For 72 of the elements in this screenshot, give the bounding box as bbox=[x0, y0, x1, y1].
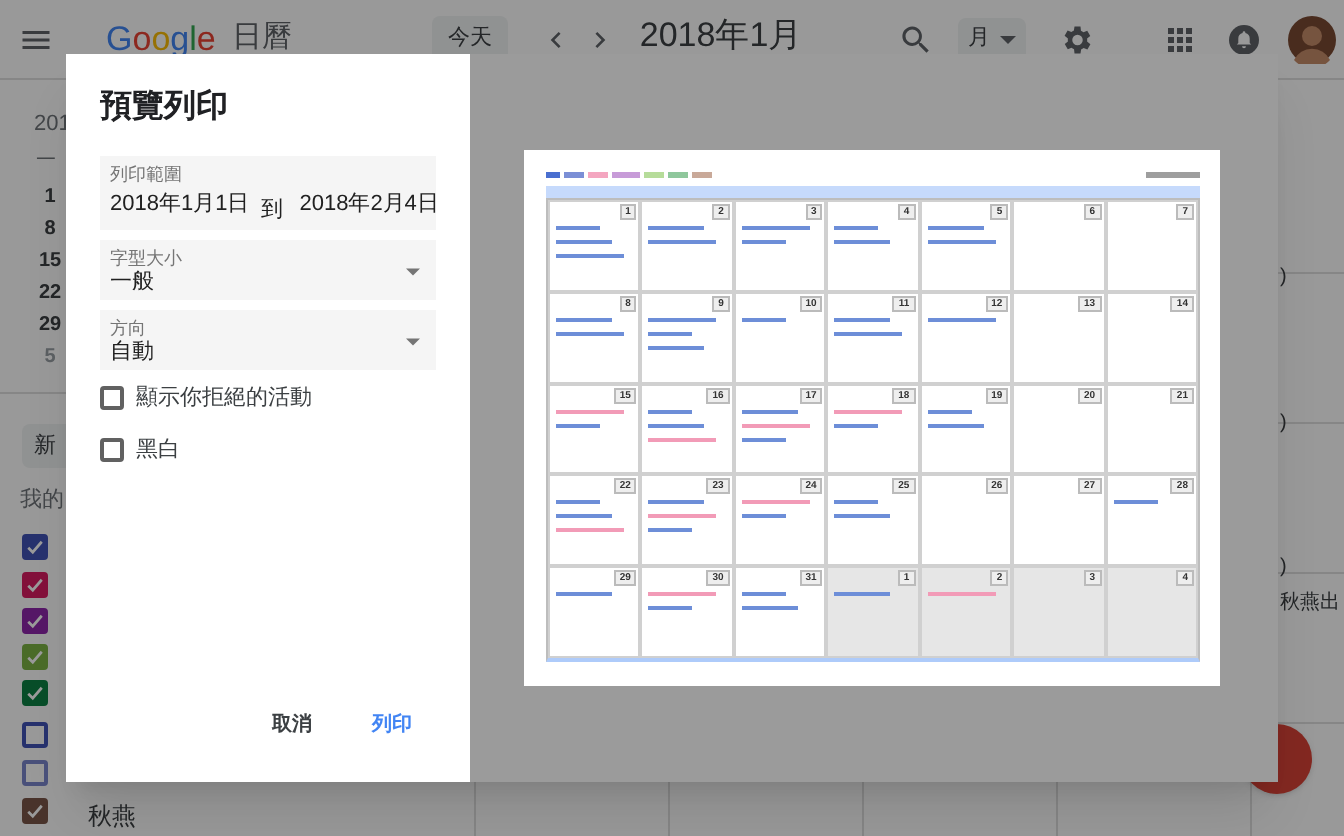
calendar-name: 秋燕 bbox=[88, 800, 136, 834]
caret-icon bbox=[406, 338, 420, 346]
event-lines-drawing bbox=[556, 409, 624, 428]
event-lines-drawing bbox=[927, 317, 996, 322]
event-text: 秋燕出 bbox=[1280, 590, 1340, 618]
calendar-checkbox[interactable] bbox=[22, 760, 48, 786]
select-field[interactable]: 字型大小 一般 bbox=[100, 240, 436, 300]
event-lines-drawing bbox=[927, 592, 996, 597]
period-title: 2018年1月 bbox=[639, 13, 803, 58]
calendar-checkbox[interactable] bbox=[22, 722, 48, 748]
field-label: 列印範圍 bbox=[110, 164, 184, 186]
event-lines-drawing bbox=[927, 409, 984, 428]
calendar-checkbox[interactable] bbox=[22, 572, 48, 598]
event-text: ) bbox=[1280, 264, 1287, 292]
print-button[interactable]: 列印 bbox=[360, 704, 424, 746]
event-lines-drawing bbox=[741, 409, 810, 442]
event-lines-drawing bbox=[556, 500, 624, 533]
date-link[interactable]: 8 bbox=[34, 214, 66, 244]
calendar-checkbox[interactable] bbox=[22, 798, 48, 824]
checkbox[interactable] bbox=[100, 437, 124, 462]
mini-calendar-year: 201 bbox=[34, 110, 71, 140]
event-lines-drawing bbox=[834, 226, 891, 244]
section-title: 我的 bbox=[20, 486, 64, 516]
event-text: ) bbox=[1280, 554, 1287, 582]
avatar-icon[interactable] bbox=[1288, 15, 1337, 63]
app-name: 日曆 bbox=[231, 18, 292, 59]
event-text: ) bbox=[1280, 410, 1287, 438]
start-date[interactable]: 2018年1月1日 bbox=[110, 192, 250, 218]
search-icon[interactable] bbox=[898, 21, 935, 57]
field-label: 字型大小 bbox=[110, 248, 184, 270]
date-link[interactable]: 29 bbox=[34, 310, 66, 340]
calendar-checkbox[interactable] bbox=[22, 534, 48, 560]
date-link[interactable]: 22 bbox=[34, 278, 66, 308]
date-link[interactable]: 15 bbox=[34, 246, 66, 276]
caret-icon bbox=[1000, 35, 1017, 43]
event-lines-drawing bbox=[741, 592, 798, 611]
date-range-field[interactable]: 列印範圍 2018年1月1日 到 2018年2月4日 bbox=[100, 156, 436, 230]
event-lines-drawing bbox=[834, 317, 903, 336]
event-lines-drawing bbox=[648, 317, 717, 350]
calendar-checkbox[interactable] bbox=[22, 644, 48, 670]
dialog-title: 預覽列印 bbox=[100, 88, 230, 128]
end-date[interactable]: 2018年2月4日 bbox=[299, 192, 439, 218]
event-lines-drawing bbox=[556, 317, 624, 336]
event-lines-drawing bbox=[741, 317, 786, 322]
event-lines-drawing bbox=[556, 226, 624, 258]
caret-icon bbox=[406, 268, 420, 276]
cancel-button[interactable]: 取消 bbox=[260, 704, 324, 746]
event-lines-drawing bbox=[648, 226, 717, 244]
event-lines-drawing bbox=[741, 226, 810, 244]
notifications-icon[interactable] bbox=[1226, 21, 1263, 57]
field-value: 自動 bbox=[110, 340, 156, 366]
calendar-checkbox[interactable] bbox=[22, 608, 48, 634]
calendar-checkbox[interactable] bbox=[22, 680, 48, 706]
event-lines-drawing bbox=[834, 409, 903, 428]
range-separator: 到 bbox=[261, 198, 284, 224]
event-lines-drawing bbox=[648, 409, 717, 442]
weekday-label: 一 bbox=[36, 148, 56, 176]
event-lines-drawing bbox=[927, 226, 996, 244]
field-label: 方向 bbox=[110, 318, 148, 340]
event-lines-drawing bbox=[834, 500, 891, 519]
checkbox[interactable] bbox=[100, 386, 124, 411]
field-value: 一般 bbox=[110, 270, 156, 296]
event-lines-drawing bbox=[1113, 500, 1158, 505]
event-lines-drawing bbox=[648, 500, 717, 533]
option-label: 顯示你拒絕的活動 bbox=[136, 383, 312, 414]
event-lines-drawing bbox=[834, 592, 891, 597]
option-label: 黑白 bbox=[136, 435, 180, 465]
event-lines-drawing bbox=[648, 592, 717, 611]
date-link[interactable]: 1 bbox=[34, 182, 66, 212]
select-field[interactable]: 方向 自動 bbox=[100, 310, 436, 370]
event-lines-drawing bbox=[556, 592, 612, 597]
event-lines-drawing bbox=[741, 500, 810, 519]
